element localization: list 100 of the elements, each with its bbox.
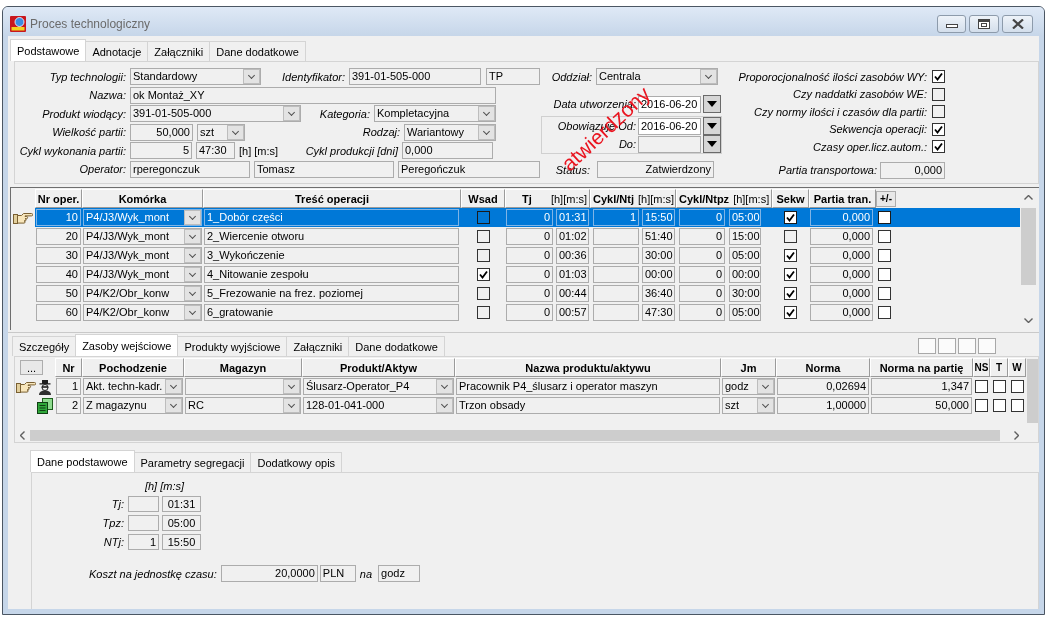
date-picker-button[interactable] — [703, 95, 721, 113]
text-field[interactable]: 05:00 — [729, 247, 761, 264]
add-remove-button[interactable]: +/- — [876, 190, 896, 207]
text-field[interactable]: 30:00 — [729, 285, 761, 302]
checkbox[interactable] — [784, 287, 797, 300]
tab[interactable]: Zasoby wejściowe — [75, 334, 179, 356]
close-button[interactable] — [1002, 14, 1033, 33]
text-field[interactable]: 0 — [679, 304, 725, 321]
column-header[interactable]: Nazwa produktu/aktywu — [455, 358, 721, 377]
tab[interactable]: Załączniki — [286, 336, 350, 356]
text-field[interactable]: 36:40 — [642, 285, 675, 302]
text-field[interactable]: 1,00000 — [777, 397, 869, 414]
text-field[interactable]: 00:44 — [556, 285, 589, 302]
text-field[interactable]: 05:00 — [729, 304, 761, 321]
column-header[interactable]: Magazyn — [184, 358, 302, 377]
text-field[interactable]: 1 — [593, 209, 639, 226]
text-field[interactable]: 5_Frezowanie na frez. poziomej — [204, 285, 459, 302]
text-field[interactable]: 0 — [679, 209, 725, 226]
operation-row[interactable]: 30 P4/J3/Wyk_mont 3_Wykończenie 0 00:36 30:00 0 05:00 0,000 — [35, 246, 1020, 265]
checkbox[interactable] — [476, 211, 490, 224]
dropdown-field[interactable]: Kompletacyjna — [374, 105, 496, 122]
operation-row[interactable]: 20 P4/J3/Wyk_mont 2_Wiercenie otworu 0 01:02 51:40 0 15:00 0,000 — [35, 227, 1020, 246]
text-field[interactable]: 3_Wykończenie — [204, 247, 459, 264]
scrollbar-thumb[interactable] — [1021, 208, 1036, 285]
dropdown-field[interactable]: RC — [185, 397, 301, 414]
column-header[interactable]: W — [1008, 358, 1026, 377]
column-header[interactable]: Sekw — [772, 189, 809, 208]
text-field[interactable]: 50 — [36, 285, 81, 302]
dropdown-field[interactable]: szt — [197, 123, 245, 141]
text-field[interactable]: 2 — [56, 397, 81, 414]
tab[interactable]: Adnotacje — [85, 41, 149, 61]
checkbox[interactable] — [878, 287, 891, 300]
checkbox[interactable] — [932, 122, 945, 136]
text-field[interactable]: 01:02 — [556, 228, 589, 245]
text-field[interactable]: Trzon obsady — [456, 397, 720, 414]
date-picker-button[interactable] — [703, 135, 721, 153]
text-field[interactable]: 50,000 — [871, 397, 972, 414]
chevron-up-icon[interactable] — [1024, 195, 1033, 200]
tab[interactable]: Dodatkowy opis — [250, 452, 343, 472]
text-field[interactable] — [593, 228, 639, 245]
checkbox[interactable] — [975, 399, 988, 412]
column-header[interactable]: NS — [973, 358, 990, 377]
text-field[interactable]: 01:31 — [162, 496, 201, 512]
column-header[interactable]: T — [990, 358, 1008, 377]
text-field[interactable] — [593, 266, 639, 283]
column-header[interactable]: Norma na partię — [870, 358, 973, 377]
text-field[interactable]: 1 — [56, 378, 81, 395]
text-field[interactable]: 391-01-505-000 — [349, 68, 481, 85]
text-field[interactable]: PLN — [319, 565, 356, 582]
text-field[interactable]: 00:36 — [556, 247, 589, 264]
scrollbar-thumb[interactable] — [30, 430, 1000, 441]
text-field[interactable]: rperegonczuk — [130, 160, 250, 178]
text-field[interactable]: 00:00 — [729, 266, 761, 283]
dropdown-field[interactable]: Standardowy — [130, 68, 261, 85]
tab[interactable]: Parametry segregacji — [133, 452, 252, 472]
text-field[interactable]: 05:00 — [729, 209, 761, 226]
operation-row[interactable]: 50 P4/K2/Obr_konw 5_Frezowanie na frez. poziomej 0 00:44 36:40 0 30:00 0,000 — [35, 284, 1020, 303]
text-field[interactable]: 0,000 — [810, 247, 873, 264]
text-field[interactable]: 05:00 — [162, 515, 201, 531]
checkbox[interactable] — [784, 211, 797, 224]
text-field[interactable]: 50,000 — [130, 123, 193, 141]
text-field[interactable] — [128, 496, 159, 512]
text-field[interactable]: 1_Dobór części — [204, 209, 459, 226]
tab[interactable]: Dane dodatkowe — [348, 336, 445, 356]
text-field[interactable]: 0 — [679, 285, 725, 302]
checkbox[interactable] — [476, 230, 490, 243]
column-header[interactable]: Tj [h][m:s] — [505, 189, 590, 208]
checkbox[interactable] — [878, 268, 891, 281]
text-field[interactable]: 0,000 — [402, 142, 493, 159]
column-header[interactable]: Nr oper. — [35, 189, 82, 208]
dropdown-field[interactable]: P4/J3/Wyk_mont — [83, 266, 202, 283]
checkbox[interactable] — [476, 249, 490, 262]
text-field[interactable]: 0,000 — [810, 266, 873, 283]
checkbox[interactable] — [878, 211, 891, 224]
text-field[interactable]: 30 — [36, 247, 81, 264]
text-field[interactable]: 01:03 — [556, 266, 589, 283]
text-field[interactable]: ok Montaż_XY — [130, 86, 496, 104]
dropdown-field[interactable]: godz — [722, 378, 775, 395]
checkbox[interactable] — [992, 380, 1006, 393]
dropdown-field[interactable]: Wariantowy — [404, 123, 496, 141]
text-field[interactable]: 0,000 — [810, 285, 873, 302]
text-field[interactable]: 0 — [679, 247, 725, 264]
dropdown-field[interactable]: Centrala — [596, 68, 718, 85]
text-field[interactable]: 01:31 — [556, 209, 589, 226]
column-header[interactable]: Produkt/Aktyw — [302, 358, 455, 377]
checkbox[interactable] — [878, 306, 891, 319]
checkbox[interactable] — [476, 268, 490, 281]
chevron-left-icon[interactable] — [20, 431, 25, 440]
dropdown-field[interactable]: P4/J3/Wyk_mont — [83, 247, 202, 264]
checkbox[interactable] — [784, 249, 797, 262]
text-field[interactable]: 20 — [36, 228, 81, 245]
text-field[interactable]: 1,347 — [871, 378, 972, 395]
minimize-button[interactable] — [937, 14, 966, 33]
tab[interactable]: Dane podstawowe — [30, 450, 135, 472]
checkbox[interactable] — [992, 399, 1006, 412]
text-field[interactable]: 60 — [36, 304, 81, 321]
tab[interactable]: Produkty wyjściowe — [177, 336, 288, 356]
dropdown-field[interactable]: Ślusarz-Operator_P4 — [303, 378, 454, 395]
text-field[interactable]: 0 — [506, 247, 553, 264]
text-field[interactable]: 0 — [506, 285, 553, 302]
